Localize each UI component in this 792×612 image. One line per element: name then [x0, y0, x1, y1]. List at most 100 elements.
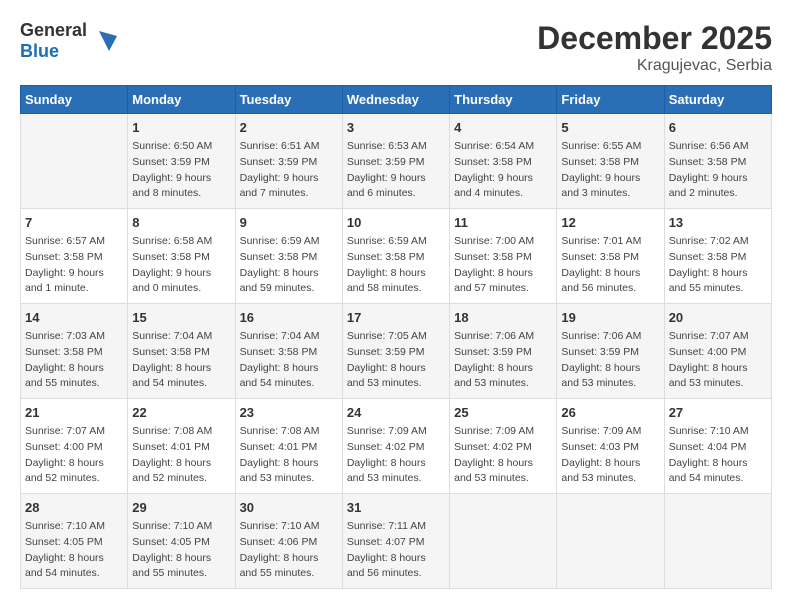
calendar-cell: 21 Sunrise: 7:07 AMSunset: 4:00 PMDayligh…: [21, 399, 128, 494]
day-info: Sunrise: 7:11 AMSunset: 4:07 PMDaylight:…: [347, 519, 445, 582]
day-number: 27: [669, 405, 767, 420]
day-info: Sunrise: 6:51 AMSunset: 3:59 PMDaylight:…: [240, 139, 338, 202]
calendar-cell: 1 Sunrise: 6:50 AMSunset: 3:59 PMDaylight…: [128, 114, 235, 209]
day-info: Sunrise: 6:50 AMSunset: 3:59 PMDaylight:…: [132, 139, 230, 202]
day-number: 29: [132, 500, 230, 515]
calendar-cell: 11Sunrise: 7:00 AMSunset: 3:58 PMDayligh…: [450, 209, 557, 304]
header-day-saturday: Saturday: [664, 86, 771, 114]
calendar-cell: 7 Sunrise: 6:57 AMSunset: 3:58 PMDaylight…: [21, 209, 128, 304]
calendar-cell: 4 Sunrise: 6:54 AMSunset: 3:58 PMDaylight…: [450, 114, 557, 209]
day-info: Sunrise: 7:03 AMSunset: 3:58 PMDaylight:…: [25, 329, 123, 392]
calendar-cell: 12 Sunrise: 7:01 AMSunset: 3:58 PMDayligh…: [557, 209, 664, 304]
day-number: 8: [132, 215, 230, 230]
calendar-cell: 22Sunrise: 7:08 AMSunset: 4:01 PMDayligh…: [128, 399, 235, 494]
day-number: 12: [561, 215, 659, 230]
day-number: 1: [132, 120, 230, 135]
day-number: 26: [561, 405, 659, 420]
calendar-cell: 14 Sunrise: 7:03 AMSunset: 3:58 PMDayligh…: [21, 304, 128, 399]
day-number: 9: [240, 215, 338, 230]
day-number: 31: [347, 500, 445, 515]
calendar-cell: 18Sunrise: 7:06 AMSunset: 3:59 PMDayligh…: [450, 304, 557, 399]
header-day-thursday: Thursday: [450, 86, 557, 114]
day-info: Sunrise: 7:04 AMSunset: 3:58 PMDaylight:…: [240, 329, 338, 392]
day-number: 20: [669, 310, 767, 325]
day-info: Sunrise: 6:59 AMSunset: 3:58 PMDaylight:…: [240, 234, 338, 297]
day-info: Sunrise: 7:01 AMSunset: 3:58 PMDaylight:…: [561, 234, 659, 297]
day-info: Sunrise: 7:02 AMSunset: 3:58 PMDaylight:…: [669, 234, 767, 297]
calendar-cell: 24 Sunrise: 7:09 AMSunset: 4:02 PMDayligh…: [342, 399, 449, 494]
day-number: 17: [347, 310, 445, 325]
day-info: Sunrise: 6:57 AMSunset: 3:58 PMDaylight:…: [25, 234, 123, 297]
day-info: Sunrise: 7:10 AMSunset: 4:04 PMDaylight:…: [669, 424, 767, 487]
calendar-cell: 27 Sunrise: 7:10 AMSunset: 4:04 PMDayligh…: [664, 399, 771, 494]
month-title: December 2025: [537, 20, 772, 57]
header-day-monday: Monday: [128, 86, 235, 114]
day-info: Sunrise: 7:09 AMSunset: 4:02 PMDaylight:…: [454, 424, 552, 487]
calendar-cell: 15 Sunrise: 7:04 AMSunset: 3:58 PMDayligh…: [128, 304, 235, 399]
day-number: 28: [25, 500, 123, 515]
header-day-wednesday: Wednesday: [342, 86, 449, 114]
day-info: Sunrise: 7:00 AMSunset: 3:58 PMDaylight:…: [454, 234, 552, 297]
day-info: Sunrise: 6:56 AMSunset: 3:58 PMDaylight:…: [669, 139, 767, 202]
day-info: Sunrise: 6:53 AMSunset: 3:59 PMDaylight:…: [347, 139, 445, 202]
day-info: Sunrise: 7:09 AMSunset: 4:02 PMDaylight:…: [347, 424, 445, 487]
day-number: 14: [25, 310, 123, 325]
location: Kragujevac, Serbia: [537, 57, 772, 75]
day-info: Sunrise: 6:58 AMSunset: 3:58 PMDaylight:…: [132, 234, 230, 297]
calendar-cell: 9 Sunrise: 6:59 AMSunset: 3:58 PMDaylight…: [235, 209, 342, 304]
header-day-sunday: Sunday: [21, 86, 128, 114]
calendar-cell: 31 Sunrise: 7:11 AMSunset: 4:07 PMDayligh…: [342, 494, 449, 589]
calendar-cell: 26Sunrise: 7:09 AMSunset: 4:03 PMDayligh…: [557, 399, 664, 494]
logo-icon: [89, 26, 119, 56]
day-number: 3: [347, 120, 445, 135]
day-number: 22: [132, 405, 230, 420]
day-number: 4: [454, 120, 552, 135]
logo-text: General Blue: [20, 20, 87, 62]
page-header: General Blue December 2025 Kragujevac, S…: [20, 20, 772, 75]
day-info: Sunrise: 7:10 AMSunset: 4:05 PMDaylight:…: [132, 519, 230, 582]
calendar-cell: 6Sunrise: 6:56 AMSunset: 3:58 PMDaylight…: [664, 114, 771, 209]
calendar-table: SundayMondayTuesdayWednesdayThursdayFrid…: [20, 85, 772, 589]
calendar-cell: 29 Sunrise: 7:10 AMSunset: 4:05 PMDayligh…: [128, 494, 235, 589]
day-info: Sunrise: 6:55 AMSunset: 3:58 PMDaylight:…: [561, 139, 659, 202]
day-number: 19: [561, 310, 659, 325]
calendar-cell: 25 Sunrise: 7:09 AMSunset: 4:02 PMDayligh…: [450, 399, 557, 494]
day-number: 2: [240, 120, 338, 135]
logo-general: General: [20, 20, 87, 40]
calendar-week-1: 1 Sunrise: 6:50 AMSunset: 3:59 PMDaylight…: [21, 114, 772, 209]
title-section: December 2025 Kragujevac, Serbia: [537, 20, 772, 75]
day-info: Sunrise: 6:59 AMSunset: 3:58 PMDaylight:…: [347, 234, 445, 297]
day-info: Sunrise: 7:06 AMSunset: 3:59 PMDaylight:…: [561, 329, 659, 392]
calendar-week-4: 21 Sunrise: 7:07 AMSunset: 4:00 PMDayligh…: [21, 399, 772, 494]
calendar-cell: 2 Sunrise: 6:51 AMSunset: 3:59 PMDaylight…: [235, 114, 342, 209]
day-number: 10: [347, 215, 445, 230]
calendar-cell: 19 Sunrise: 7:06 AMSunset: 3:59 PMDayligh…: [557, 304, 664, 399]
calendar-cell: [557, 494, 664, 589]
day-info: Sunrise: 7:07 AMSunset: 4:00 PMDaylight:…: [25, 424, 123, 487]
day-number: 15: [132, 310, 230, 325]
day-number: 30: [240, 500, 338, 515]
calendar-cell: 3 Sunrise: 6:53 AMSunset: 3:59 PMDaylight…: [342, 114, 449, 209]
day-info: Sunrise: 7:05 AMSunset: 3:59 PMDaylight:…: [347, 329, 445, 392]
calendar-cell: 10 Sunrise: 6:59 AMSunset: 3:58 PMDayligh…: [342, 209, 449, 304]
day-number: 5: [561, 120, 659, 135]
calendar-cell: 16 Sunrise: 7:04 AMSunset: 3:58 PMDayligh…: [235, 304, 342, 399]
day-number: 25: [454, 405, 552, 420]
day-number: 21: [25, 405, 123, 420]
day-info: Sunrise: 7:07 AMSunset: 4:00 PMDaylight:…: [669, 329, 767, 392]
day-number: 24: [347, 405, 445, 420]
calendar-week-5: 28 Sunrise: 7:10 AMSunset: 4:05 PMDayligh…: [21, 494, 772, 589]
day-number: 16: [240, 310, 338, 325]
day-number: 7: [25, 215, 123, 230]
logo-blue: Blue: [20, 41, 59, 61]
calendar-cell: 13Sunrise: 7:02 AMSunset: 3:58 PMDayligh…: [664, 209, 771, 304]
day-info: Sunrise: 7:08 AMSunset: 4:01 PMDaylight:…: [240, 424, 338, 487]
calendar-header-row: SundayMondayTuesdayWednesdayThursdayFrid…: [21, 86, 772, 114]
day-info: Sunrise: 7:04 AMSunset: 3:58 PMDaylight:…: [132, 329, 230, 392]
day-info: Sunrise: 6:54 AMSunset: 3:58 PMDaylight:…: [454, 139, 552, 202]
calendar-week-2: 7 Sunrise: 6:57 AMSunset: 3:58 PMDaylight…: [21, 209, 772, 304]
header-day-friday: Friday: [557, 86, 664, 114]
calendar-cell: [450, 494, 557, 589]
calendar-cell: 20 Sunrise: 7:07 AMSunset: 4:00 PMDayligh…: [664, 304, 771, 399]
calendar-cell: 8 Sunrise: 6:58 AMSunset: 3:58 PMDaylight…: [128, 209, 235, 304]
